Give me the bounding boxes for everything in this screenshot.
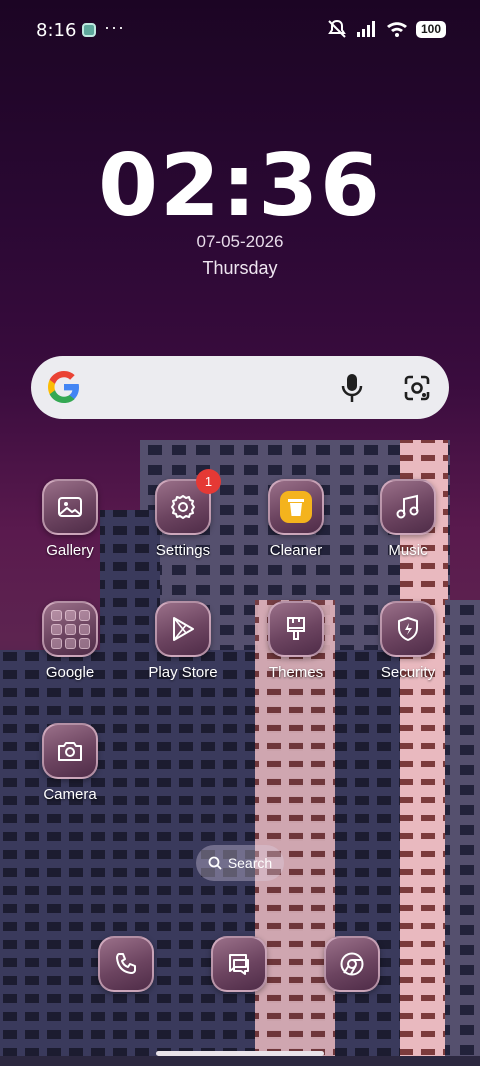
phone-icon xyxy=(116,953,136,974)
app-play-store[interactable]: Play Store xyxy=(133,601,233,681)
app-cleaner[interactable]: Cleaner xyxy=(246,479,346,559)
app-label: Music xyxy=(388,542,428,559)
notification-badge: 1 xyxy=(196,469,221,494)
app-label: Gallery xyxy=(46,542,94,559)
brush-icon xyxy=(287,617,305,640)
status-bar: 8:16 ··· 100 xyxy=(0,0,480,60)
app-camera[interactable]: Camera xyxy=(20,723,120,803)
app-settings[interactable]: 1 Settings xyxy=(133,469,233,559)
wifi-icon xyxy=(387,22,407,37)
clock-date[interactable]: 07-05-2026 xyxy=(0,232,480,252)
clock-weekday: Thursday xyxy=(202,258,278,278)
app-label: Camera xyxy=(43,786,97,803)
status-time: 8:16 xyxy=(36,20,77,41)
overflow-notifications: ··· xyxy=(104,17,125,37)
app-search-button[interactable]: Search xyxy=(196,845,284,881)
app-notification-icon xyxy=(82,23,96,37)
app-label: Google xyxy=(45,664,95,681)
camera-icon xyxy=(58,742,82,761)
app-label: Themes xyxy=(268,664,324,681)
search-icon xyxy=(208,856,222,870)
app-label: Cleaner xyxy=(269,542,323,559)
shield-icon xyxy=(398,617,418,641)
folder-icon xyxy=(50,609,90,649)
app-security[interactable]: Security xyxy=(358,601,458,681)
clock-time[interactable]: 02:36 xyxy=(0,136,480,236)
app-label: Security xyxy=(380,664,436,681)
gallery-icon xyxy=(58,497,82,517)
app-label: Settings xyxy=(155,542,211,559)
dock-messages[interactable] xyxy=(211,936,267,992)
battery-icon: 100 xyxy=(416,20,446,38)
folder-google[interactable]: Google xyxy=(20,601,120,681)
gesture-nav-handle[interactable] xyxy=(156,1051,324,1056)
messages-icon xyxy=(229,954,249,975)
music-icon xyxy=(396,494,419,519)
app-search-label: Search xyxy=(227,855,273,871)
dock-phone[interactable] xyxy=(98,936,154,992)
app-gallery[interactable]: Gallery xyxy=(20,479,120,559)
mute-icon xyxy=(328,19,346,38)
google-logo-icon xyxy=(48,371,79,403)
chrome-icon xyxy=(340,952,364,976)
play-store-icon xyxy=(173,617,194,641)
gear-icon xyxy=(171,495,195,519)
google-lens-icon[interactable] xyxy=(403,374,431,402)
app-music[interactable]: Music xyxy=(358,479,458,559)
dock-chrome[interactable] xyxy=(324,936,380,992)
app-label: Play Store xyxy=(148,664,218,681)
google-search-bar[interactable] xyxy=(31,356,449,419)
trash-icon xyxy=(288,499,304,516)
mic-icon[interactable] xyxy=(341,372,363,404)
signal-icon xyxy=(357,21,375,37)
app-themes[interactable]: Themes xyxy=(246,601,346,681)
